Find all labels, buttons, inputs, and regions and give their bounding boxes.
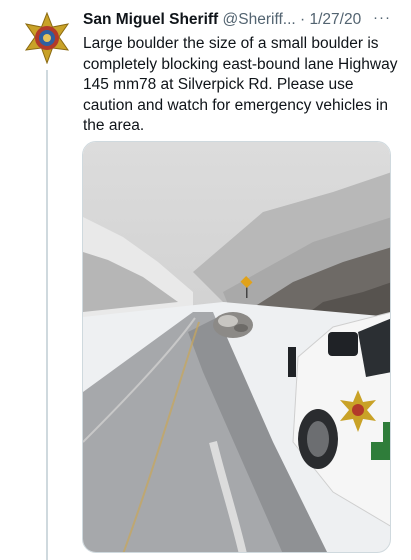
author-name[interactable]: San Miguel Sheriff — [83, 11, 218, 28]
thread-line — [46, 70, 48, 560]
sheriff-star-badge-icon[interactable] — [21, 11, 73, 65]
tweet-photo[interactable] — [82, 141, 391, 553]
tweet-text: Large boulder the size of a small boulde… — [83, 35, 398, 134]
separator-dot: · — [300, 11, 306, 28]
more-options-icon[interactable]: ··· — [373, 9, 391, 26]
tweet-header: San Miguel Sheriff @Sheriff... · 1/27/20 — [83, 10, 401, 30]
boulder-road-photo — [83, 142, 390, 552]
author-handle[interactable]: @Sheriff... — [223, 11, 296, 28]
tweet-date[interactable]: 1/27/20 — [310, 11, 362, 28]
